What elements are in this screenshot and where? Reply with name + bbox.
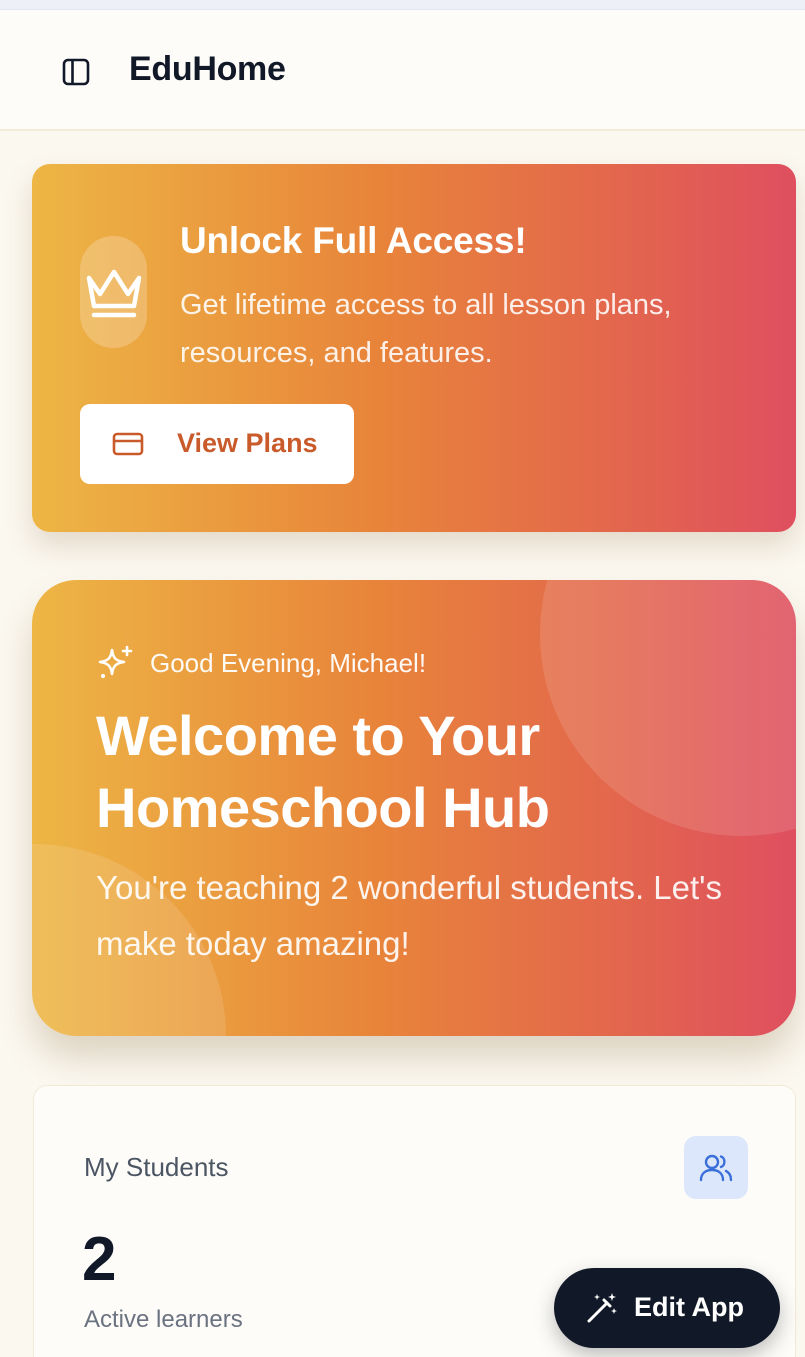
app-title: EduHome [129,50,286,88]
welcome-hero-card: Good Evening, Michael! Welcome to Your H… [32,580,796,1036]
view-plans-button[interactable]: View Plans [80,404,354,484]
top-bar [0,0,805,10]
edit-app-button[interactable]: Edit App [554,1268,780,1348]
sidebar-icon [62,58,90,86]
users-icon-badge [684,1136,748,1199]
promo-description: Get lifetime access to all lesson plans,… [180,289,672,369]
credit-card-icon [112,432,144,456]
app-header: EduHome [0,10,805,131]
magic-wand-icon [587,1293,617,1323]
students-count: 2 [82,1225,117,1294]
users-icon [699,1154,733,1181]
welcome-title: Welcome to Your Homeschool Hub [96,704,550,839]
sparkles-icon [98,645,133,678]
welcome-subtitle: You're teaching 2 wonderful students. Le… [96,869,722,962]
greeting-row: Good Evening, Michael! [96,644,426,682]
upgrade-promo-card: Unlock Full Access! Get lifetime access … [32,164,796,532]
promo-title: Unlock Full Access! [180,220,527,261]
crown-badge [80,236,147,348]
stat-sublabel: Active learners [84,1306,243,1333]
sidebar-toggle-button[interactable] [58,54,94,90]
edit-app-label: Edit App [634,1292,744,1322]
crown-icon [86,269,141,318]
greeting-text: Good Evening, Michael! [150,647,427,678]
view-plans-label: View Plans [177,428,318,458]
stat-label: My Students [84,1152,229,1182]
